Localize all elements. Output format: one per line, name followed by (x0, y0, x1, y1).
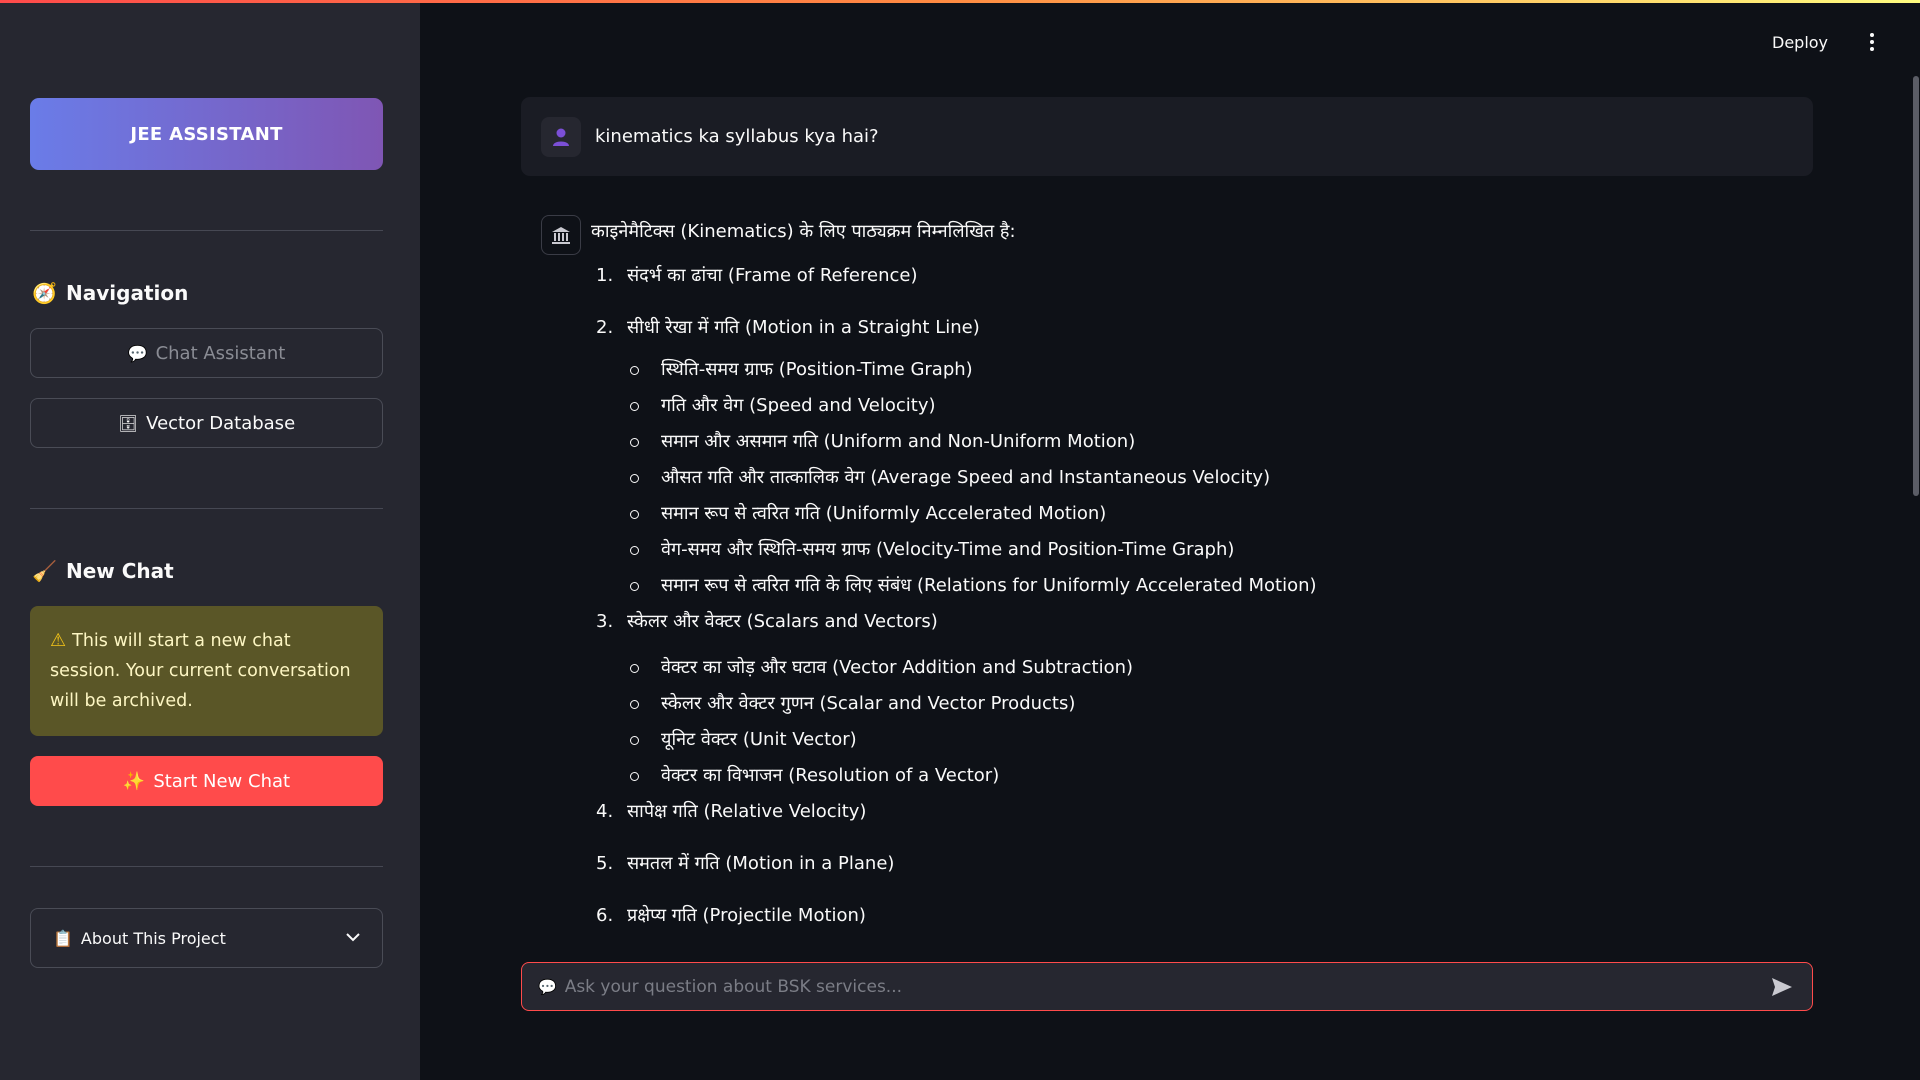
list-item: 2. सीधी रेखा में गति (Motion in a Straig… (591, 313, 1791, 607)
syllabus-list: 1. संदर्भ का ढांचा (Frame of Reference) … (591, 261, 1791, 931)
navigation-heading: 🧭 Navigation (32, 281, 189, 305)
sub-list-item: वेक्टर का जोड़ और घटाव (Vector Addition … (627, 653, 1791, 689)
database-icon: 🗄 (117, 413, 139, 433)
broom-icon: 🧹 (32, 559, 57, 583)
sparkles-icon: ✨ (122, 770, 146, 792)
send-icon[interactable] (1768, 973, 1796, 1001)
user-icon (553, 128, 569, 146)
top-decoration-bar (0, 0, 1920, 3)
assistant-intro: काइनेमैटिक्स (Kinematics) के लिए पाठ्यक्… (591, 221, 1016, 242)
sidebar: JEE ASSISTANT 🧭 Navigation 💬 Chat Assist… (0, 0, 420, 1080)
sub-list-item: वेग-समय और स्थिति-समय ग्राफ (Velocity-Ti… (627, 535, 1791, 571)
chat-assistant-button[interactable]: 💬 Chat Assistant (30, 328, 383, 378)
sub-list-item: समान और असमान गति (Uniform and Non-Unifo… (627, 427, 1791, 463)
kebab-menu-icon[interactable] (1864, 30, 1880, 54)
bank-building-icon (552, 227, 570, 244)
clipboard-icon: 📋 (53, 928, 73, 948)
list-item: 3. स्केलर और वेक्टर (Scalars and Vectors… (591, 607, 1791, 797)
list-item: 5. समतल में गति (Motion in a Plane) (596, 853, 895, 874)
new-chat-heading: 🧹 New Chat (32, 559, 174, 583)
sub-list-item: स्थिति-समय ग्राफ (Position-Time Graph) (627, 355, 1791, 391)
speech-bubble-icon: 💬 (538, 977, 557, 996)
start-new-chat-button[interactable]: ✨ Start New Chat (30, 756, 383, 806)
sub-list-item: औसत गति और तात्कालिक वेग (Average Speed … (627, 463, 1791, 499)
app-title-banner: JEE ASSISTANT (30, 98, 383, 170)
sub-list: वेक्टर का जोड़ और घटाव (Vector Addition … (591, 653, 1791, 797)
sidebar-divider (30, 866, 383, 867)
list-item: 6. प्रक्षेप्य गति (Projectile Motion) (596, 905, 866, 926)
sub-list: स्थिति-समय ग्राफ (Position-Time Graph) ग… (591, 355, 1791, 607)
assistant-avatar (541, 215, 581, 255)
assistant-message: काइनेमैटिक्स (Kinematics) के लिए पाठ्यक्… (541, 215, 1811, 937)
warning-icon: ⚠ (50, 630, 67, 651)
sub-list-item: समान रूप से त्वरित गति के लिए संबंध (Rel… (627, 571, 1791, 607)
about-project-expander[interactable]: 📋 About This Project (30, 908, 383, 968)
chat-input-box[interactable]: 💬 (521, 962, 1813, 1011)
sub-list-item: स्केलर और वेक्टर गुणन (Scalar and Vector… (627, 689, 1791, 725)
sub-list-item: समान रूप से त्वरित गति (Uniformly Accele… (627, 499, 1791, 535)
user-message-text: kinematics ka syllabus kya hai? (595, 126, 879, 147)
chat-input[interactable] (564, 976, 1760, 997)
sub-list-item: वेक्टर का विभाजन (Resolution of a Vector… (627, 761, 1791, 797)
list-item: 4. सापेक्ष गति (Relative Velocity) (596, 801, 867, 822)
sidebar-divider (30, 230, 383, 231)
chevron-down-icon (346, 930, 360, 946)
sub-list-item: गति और वेग (Speed and Velocity) (627, 391, 1791, 427)
sub-list-item: यूनिट वेक्टर (Unit Vector) (627, 725, 1791, 761)
compass-icon: 🧭 (32, 281, 57, 305)
user-avatar (541, 116, 581, 157)
user-message: kinematics ka syllabus kya hai? (521, 97, 1813, 176)
app-title: JEE ASSISTANT (130, 123, 283, 145)
list-item: 1. संदर्भ का ढांचा (Frame of Reference) (596, 265, 918, 286)
new-chat-warning: ⚠ This will start a new chat session. You… (30, 606, 383, 736)
speech-bubble-icon: 💬 (127, 343, 148, 363)
scrollbar[interactable] (1913, 76, 1919, 496)
sidebar-divider (30, 508, 383, 509)
deploy-button[interactable]: Deploy (1772, 33, 1828, 52)
vector-database-button[interactable]: 🗄 Vector Database (30, 398, 383, 448)
